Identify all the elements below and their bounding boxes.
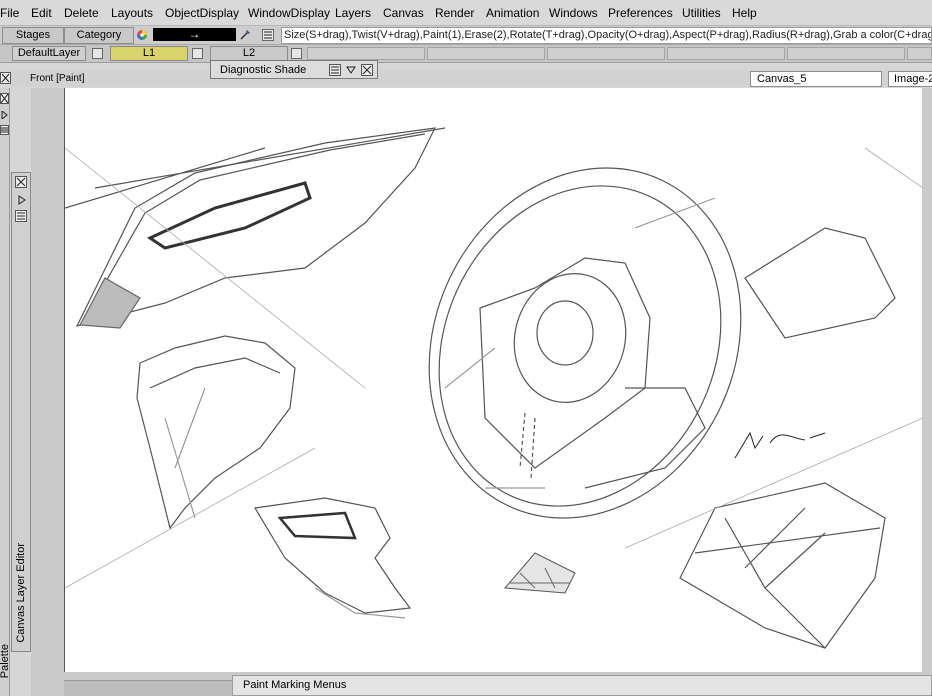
bezel-sketch: [65, 127, 446, 329]
menu-utilities[interactable]: Utilities: [682, 6, 721, 20]
menu-icon[interactable]: [0, 125, 9, 135]
sketch-canvas[interactable]: [64, 88, 923, 672]
category-button[interactable]: Category: [64, 27, 134, 44]
current-color-swatch[interactable]: →: [153, 28, 236, 41]
image-name-field[interactable]: Image-2: [888, 71, 932, 87]
expand-triangle-icon[interactable]: [15, 194, 27, 206]
paint-marking-menus-bar[interactable]: Paint Marking Menus: [232, 675, 932, 696]
menu-edit[interactable]: Edit: [31, 6, 52, 20]
menu-layouts[interactable]: Layouts: [111, 6, 153, 20]
layer-l1-visibility[interactable]: [192, 48, 203, 59]
menu-preferences[interactable]: Preferences: [608, 6, 673, 20]
menu-help[interactable]: Help: [732, 6, 757, 20]
palette-tab[interactable]: Palette: [0, 644, 11, 678]
diagnostic-shade-title: Diagnostic Shade: [220, 64, 307, 76]
canvas-name-field[interactable]: Canvas_5: [750, 71, 882, 87]
layer-bar: DefaultLayer L1 L2: [0, 45, 932, 63]
collapse-triangle-icon[interactable]: [345, 64, 357, 76]
shelf-bar: Stages Category → Size(S+drag),Twist(V+d…: [0, 26, 932, 45]
layer-slot[interactable]: [907, 47, 932, 60]
menu-icon[interactable]: [15, 210, 27, 222]
menu-layers[interactable]: Layers: [335, 6, 371, 20]
close-icon[interactable]: [15, 176, 27, 188]
canvas-layer-editor-panel[interactable]: Canvas Layer Editor: [11, 172, 31, 652]
expand-triangle-icon[interactable]: [0, 110, 9, 119]
tool-hint-text: Size(S+drag),Twist(V+drag),Paint(1),Eras…: [281, 27, 932, 44]
menu-render[interactable]: Render: [435, 6, 474, 20]
layer-slot[interactable]: [427, 47, 545, 60]
signature-sketch: [734, 431, 826, 459]
close-icon[interactable]: [361, 64, 373, 76]
menu-windowdisplay[interactable]: WindowDisplay: [248, 6, 330, 20]
layer-l2-visibility[interactable]: [291, 48, 302, 59]
menu-bar: File Edit Delete Layouts ObjectDisplay W…: [0, 0, 932, 26]
layer-slot[interactable]: [307, 47, 425, 60]
close-icon[interactable]: [0, 93, 9, 104]
sketch-artwork: [65, 127, 923, 649]
color-wheel-icon[interactable]: [136, 29, 148, 41]
view-label: Front [Paint]: [30, 73, 85, 84]
menu-delete[interactable]: Delete: [64, 6, 99, 20]
gear-knob-sketch: [136, 335, 296, 530]
menu-objectdisplay[interactable]: ObjectDisplay: [165, 6, 239, 20]
shelf-menu-icon[interactable]: [262, 29, 274, 41]
diagnostic-shade-panel[interactable]: Diagnostic Shade: [210, 60, 378, 79]
menu-file[interactable]: File: [0, 6, 19, 20]
menu-canvas[interactable]: Canvas: [383, 6, 424, 20]
layer-l1[interactable]: L1: [110, 46, 188, 61]
small-gem-sketch: [503, 552, 576, 594]
vent-sketch: [254, 497, 412, 619]
menu-animation[interactable]: Animation: [486, 6, 539, 20]
layer-slot[interactable]: [787, 47, 905, 60]
view-close-icon[interactable]: [0, 72, 11, 84]
eyedropper-icon[interactable]: [239, 29, 251, 41]
horizontal-scrollbar[interactable]: [64, 680, 232, 696]
stages-button[interactable]: Stages: [2, 27, 64, 44]
layer-l2[interactable]: L2: [210, 46, 288, 61]
layer-default-visibility[interactable]: [92, 48, 103, 59]
menu-windows[interactable]: Windows: [549, 6, 598, 20]
layer-slot[interactable]: [667, 47, 785, 60]
palette-strip: Palette: [0, 88, 11, 696]
large-gem-sketch: [679, 482, 886, 649]
menu-icon[interactable]: [329, 64, 341, 76]
layer-default[interactable]: DefaultLayer: [12, 46, 86, 61]
layer-slot[interactable]: [547, 47, 665, 60]
steering-wheel-sketch: [428, 167, 896, 519]
canvas-layer-editor-label: Canvas Layer Editor: [15, 543, 27, 643]
